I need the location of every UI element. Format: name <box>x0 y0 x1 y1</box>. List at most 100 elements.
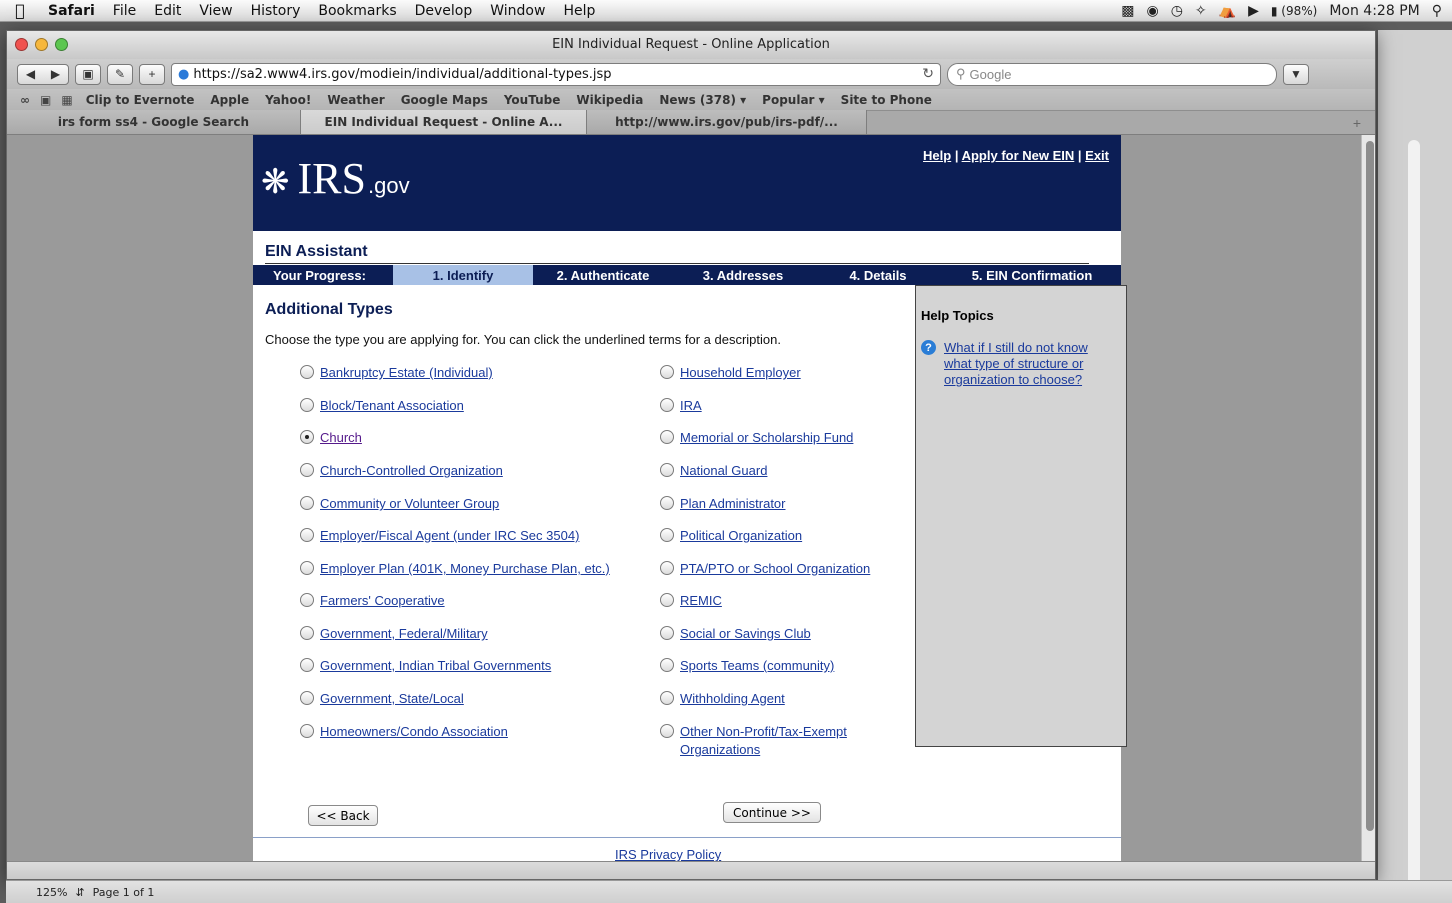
option-employer-fiscal-agent[interactable]: Employer/Fiscal Agent (under IRC Sec 350… <box>300 527 579 545</box>
clock[interactable]: Mon 4:28 PM <box>1329 3 1419 19</box>
irs-logo[interactable]: ❋ IRS .gov <box>261 153 410 204</box>
apple-menu-icon[interactable]:  <box>0 1 40 20</box>
continue-button[interactable]: Continue >> <box>723 802 821 823</box>
radio-button[interactable] <box>300 724 314 738</box>
option-label[interactable]: Community or Volunteer Group <box>320 495 499 513</box>
close-window-icon[interactable] <box>15 38 28 51</box>
option-label[interactable]: Block/Tenant Association <box>320 397 464 415</box>
search-field[interactable]: ⚲ Google <box>947 62 1277 86</box>
add-bookmark-button[interactable]: + <box>139 63 165 85</box>
top-sites-grid-icon[interactable]: ▦ <box>56 93 77 107</box>
option-ira[interactable]: IRA <box>660 397 702 415</box>
option-label[interactable]: PTA/PTO or School Organization <box>680 560 870 578</box>
menu-history[interactable]: History <box>242 3 310 19</box>
option-government-indian-tribal[interactable]: Government, Indian Tribal Governments <box>300 657 551 675</box>
apply-new-ein-link[interactable]: Apply for New EIN <box>962 148 1075 163</box>
option-government-state-local[interactable]: Government, State/Local <box>300 690 464 708</box>
help-link[interactable]: Help <box>923 148 951 163</box>
menu-help[interactable]: Help <box>554 3 604 19</box>
zoom-window-icon[interactable] <box>55 38 68 51</box>
option-label[interactable]: Withholding Agent <box>680 690 785 708</box>
bookmark-apple[interactable]: Apple <box>202 93 257 107</box>
option-block-tenant-association[interactable]: Block/Tenant Association <box>300 397 464 415</box>
tab-irs-pdf[interactable]: http://www.irs.gov/pub/irs-pdf/... <box>587 110 867 134</box>
menu-develop[interactable]: Develop <box>406 3 482 19</box>
radio-button[interactable] <box>300 528 314 542</box>
bookmarks-icon[interactable]: ▣ <box>35 93 56 107</box>
radio-button[interactable] <box>300 658 314 672</box>
option-other-non-profit[interactable]: Other Non-Profit/Tax-Exempt Organization… <box>660 723 870 759</box>
option-label[interactable]: Government, State/Local <box>320 690 464 708</box>
bookmark-site-to-phone[interactable]: Site to Phone <box>833 93 940 107</box>
radio-button[interactable] <box>300 463 314 477</box>
help-topic-item[interactable]: ? What if I still do not know what type … <box>921 340 1104 388</box>
radio-button[interactable] <box>660 561 674 575</box>
radio-button[interactable] <box>660 626 674 640</box>
radio-button[interactable] <box>660 528 674 542</box>
option-employer-plan[interactable]: Employer Plan (401K, Money Purchase Plan… <box>300 560 610 578</box>
radio-button[interactable] <box>300 626 314 640</box>
new-tab-icon[interactable]: + <box>1353 115 1361 131</box>
radio-button[interactable] <box>660 463 674 477</box>
option-label[interactable]: Political Organization <box>680 527 802 545</box>
exit-link[interactable]: Exit <box>1085 148 1109 163</box>
reading-list-icon[interactable]: ∞ <box>15 93 35 107</box>
option-label[interactable]: Church-Controlled Organization <box>320 462 503 480</box>
option-political-organization[interactable]: Political Organization <box>660 527 802 545</box>
menu-view[interactable]: View <box>190 3 241 19</box>
url-text[interactable]: https://sa2.www4.irs.gov/modiein/individ… <box>193 67 918 82</box>
option-homeowners-condo-association[interactable]: Homeowners/Condo Association <box>300 723 508 741</box>
back-forward-buttons[interactable]: ◀ ▶ <box>17 63 69 85</box>
option-church-controlled-organization[interactable]: Church-Controlled Organization <box>300 462 503 480</box>
menu-app-safari[interactable]: Safari <box>40 3 104 19</box>
option-sports-teams[interactable]: Sports Teams (community) <box>660 657 834 675</box>
option-label[interactable]: National Guard <box>680 462 767 480</box>
option-community-volunteer-group[interactable]: Community or Volunteer Group <box>300 495 499 513</box>
option-label[interactable]: REMIC <box>680 592 722 610</box>
bookmark-yahoo[interactable]: Yahoo! <box>257 93 319 107</box>
option-label[interactable]: Social or Savings Club <box>680 625 811 643</box>
volume-icon[interactable]: ▶ <box>1248 3 1259 19</box>
radio-button[interactable] <box>660 496 674 510</box>
option-bankruptcy-estate[interactable]: Bankruptcy Estate (Individual) <box>300 364 493 382</box>
option-memorial-scholarship-fund[interactable]: Memorial or Scholarship Fund <box>660 429 853 447</box>
menu-window[interactable]: Window <box>481 3 554 19</box>
menu-file[interactable]: File <box>104 3 145 19</box>
option-social-savings-club[interactable]: Social or Savings Club <box>660 625 811 643</box>
minimize-window-icon[interactable] <box>35 38 48 51</box>
radio-button[interactable] <box>660 430 674 444</box>
bookmark-google-maps[interactable]: Google Maps <box>393 93 496 107</box>
option-farmers-cooperative[interactable]: Farmers' Cooperative <box>300 592 445 610</box>
bookmark-weather[interactable]: Weather <box>319 93 392 107</box>
reload-icon[interactable]: ↻ <box>922 66 934 82</box>
option-label[interactable]: Homeowners/Condo Association <box>320 723 508 741</box>
option-national-guard[interactable]: National Guard <box>660 462 767 480</box>
radio-button[interactable] <box>300 496 314 510</box>
top-sites-button[interactable]: ▣ <box>75 63 101 85</box>
option-label[interactable]: IRA <box>680 397 702 415</box>
dropbox-icon[interactable]: ▩ <box>1121 3 1134 19</box>
time-machine-icon[interactable]: ◷ <box>1171 3 1183 19</box>
option-label[interactable]: Farmers' Cooperative <box>320 592 445 610</box>
wifi-icon[interactable]: ⛺ <box>1219 3 1236 19</box>
radio-button-selected[interactable] <box>300 430 314 444</box>
option-withholding-agent[interactable]: Withholding Agent <box>660 690 785 708</box>
scrollbar-thumb[interactable] <box>1366 141 1374 831</box>
spotlight-icon[interactable]: ⚲ <box>1432 3 1442 19</box>
bookmark-wikipedia[interactable]: Wikipedia <box>568 93 651 107</box>
eye-icon[interactable]: ◉ <box>1146 3 1158 19</box>
radio-button[interactable] <box>300 691 314 705</box>
privacy-policy-link[interactable]: IRS Privacy Policy <box>615 847 721 861</box>
option-plan-administrator[interactable]: Plan Administrator <box>660 495 786 513</box>
radio-button[interactable] <box>660 593 674 607</box>
tab-ein-request[interactable]: EIN Individual Request - Online A... <box>301 110 587 134</box>
address-bar[interactable]: ● https://sa2.www4.irs.gov/modiein/indiv… <box>171 62 941 86</box>
option-label[interactable]: Memorial or Scholarship Fund <box>680 429 853 447</box>
option-label[interactable]: Other Non-Profit/Tax-Exempt Organization… <box>680 723 870 759</box>
option-household-employer[interactable]: Household Employer <box>660 364 801 382</box>
radio-button[interactable] <box>300 398 314 412</box>
option-label[interactable]: Church <box>320 429 362 447</box>
forward-arrow-icon[interactable]: ▶ <box>51 67 60 81</box>
bookmark-popular[interactable]: Popular ▾ <box>754 93 833 107</box>
radio-button[interactable] <box>300 561 314 575</box>
